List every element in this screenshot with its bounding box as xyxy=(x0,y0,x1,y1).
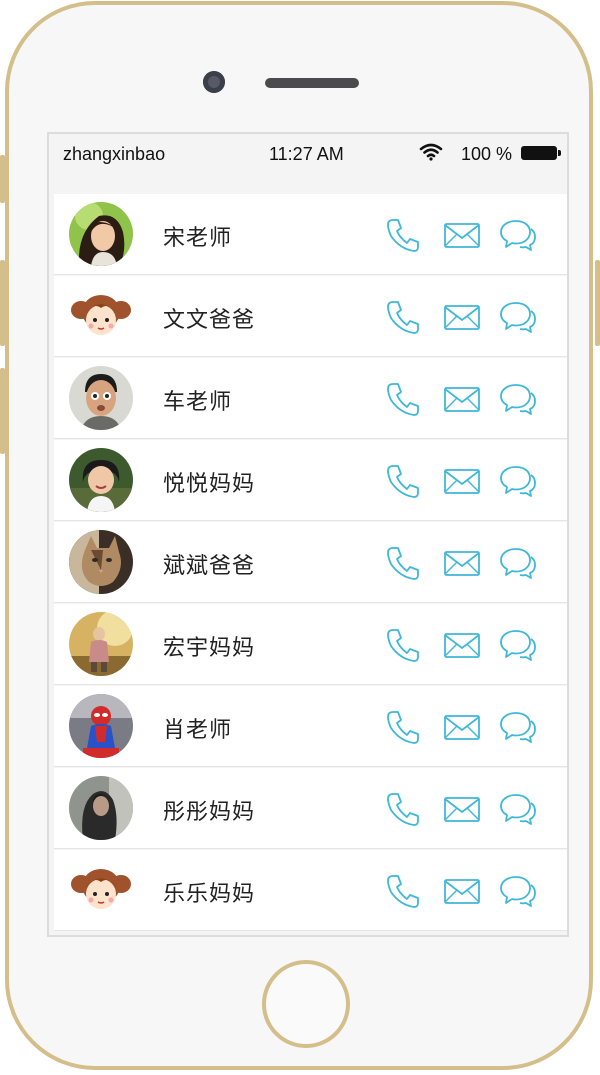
call-button[interactable] xyxy=(385,708,423,746)
mail-button[interactable] xyxy=(443,708,481,746)
contact-row[interactable]: 斌斌爸爸 xyxy=(54,522,567,603)
man-photo-avatar xyxy=(69,366,133,430)
contact-name: 宏宇妈妈 xyxy=(163,636,256,661)
chat-button[interactable] xyxy=(499,872,537,910)
contact-name: 宋老师 xyxy=(163,226,233,251)
contact-name: 斌斌爸爸 xyxy=(163,554,256,579)
outdoor-photo-avatar xyxy=(69,612,133,676)
chat-bubble-icon xyxy=(500,794,536,825)
mail-button[interactable] xyxy=(443,626,481,664)
mail-icon xyxy=(444,715,480,740)
mail-button[interactable] xyxy=(443,462,481,500)
call-button[interactable] xyxy=(385,626,423,664)
phone-icon xyxy=(387,301,419,334)
mail-icon xyxy=(444,223,480,248)
chat-bubble-icon xyxy=(500,630,536,661)
mail-icon xyxy=(444,797,480,822)
mail-button[interactable] xyxy=(443,544,481,582)
mail-button[interactable] xyxy=(443,216,481,254)
call-button[interactable] xyxy=(385,216,423,254)
cat-photo-avatar xyxy=(69,530,133,594)
woman-photo-avatar xyxy=(69,202,133,266)
phone-icon xyxy=(387,793,419,826)
phone-icon xyxy=(387,629,419,662)
chat-button[interactable] xyxy=(499,626,537,664)
chat-bubble-icon xyxy=(500,384,536,415)
status-bar: zhangxinbao 11:27 AM 100 % xyxy=(49,134,567,174)
chat-bubble-icon xyxy=(500,302,536,333)
chat-bubble-icon xyxy=(500,876,536,907)
phone-icon xyxy=(387,465,419,498)
front-camera xyxy=(203,71,225,93)
chat-bubble-icon xyxy=(500,220,536,251)
contact-row[interactable]: 宋老师 xyxy=(54,194,567,275)
chat-button[interactable] xyxy=(499,790,537,828)
mail-button[interactable] xyxy=(443,790,481,828)
contact-row[interactable]: 彤彤妈妈 xyxy=(54,768,567,849)
phone-icon xyxy=(387,547,419,580)
phone-icon xyxy=(387,711,419,744)
chat-bubble-icon xyxy=(500,466,536,497)
mute-switch xyxy=(0,155,5,203)
chat-bubble-icon xyxy=(500,548,536,579)
mail-icon xyxy=(444,551,480,576)
phone-screen: zhangxinbao 11:27 AM 100 % 宋老师 文文爸爸 车老师 … xyxy=(47,132,569,937)
power-button xyxy=(595,260,600,346)
contact-name: 乐乐妈妈 xyxy=(163,882,256,907)
wifi-icon xyxy=(419,142,443,162)
chat-button[interactable] xyxy=(499,544,537,582)
chat-button[interactable] xyxy=(499,216,537,254)
contact-list: 宋老师 文文爸爸 车老师 悦悦妈妈 斌斌爸爸 宏宇妈妈 肖老师 彤彤妈妈 乐乐妈… xyxy=(54,194,567,932)
phone-frame: zhangxinbao 11:27 AM 100 % 宋老师 文文爸爸 车老师 … xyxy=(5,1,593,1070)
call-button[interactable] xyxy=(385,544,423,582)
contact-row[interactable]: 文文爸爸 xyxy=(54,276,567,357)
chat-button[interactable] xyxy=(499,380,537,418)
cartoon-girl-avatar xyxy=(69,284,133,348)
contact-name: 文文爸爸 xyxy=(163,308,256,333)
contact-name: 彤彤妈妈 xyxy=(163,800,256,825)
home-button[interactable] xyxy=(262,960,350,1048)
chat-bubble-icon xyxy=(500,712,536,743)
contact-row[interactable]: 宏宇妈妈 xyxy=(54,604,567,685)
mail-icon xyxy=(444,633,480,658)
call-button[interactable] xyxy=(385,790,423,828)
contact-row[interactable]: 悦悦妈妈 xyxy=(54,440,567,521)
contact-name: 肖老师 xyxy=(163,718,233,743)
call-button[interactable] xyxy=(385,462,423,500)
contact-row[interactable]: 车老师 xyxy=(54,358,567,439)
mail-icon xyxy=(444,469,480,494)
volume-down-button xyxy=(0,368,5,454)
mail-button[interactable] xyxy=(443,298,481,336)
contact-row[interactable]: 乐乐妈妈 xyxy=(54,850,567,931)
status-time: 11:27 AM xyxy=(269,144,344,164)
chat-button[interactable] xyxy=(499,708,537,746)
mail-icon xyxy=(444,387,480,412)
contact-name: 悦悦妈妈 xyxy=(163,472,256,497)
mail-button[interactable] xyxy=(443,380,481,418)
call-button[interactable] xyxy=(385,298,423,336)
battery-icon xyxy=(521,146,561,160)
phone-icon xyxy=(387,383,419,416)
call-button[interactable] xyxy=(385,872,423,910)
earpiece-speaker xyxy=(265,78,359,88)
cartoon-girl-avatar xyxy=(69,858,133,922)
volume-up-button xyxy=(0,260,5,346)
chat-button[interactable] xyxy=(499,298,537,336)
mail-icon xyxy=(444,305,480,330)
contact-name: 车老师 xyxy=(163,390,233,415)
phone-icon xyxy=(387,219,419,252)
mail-icon xyxy=(444,879,480,904)
phone-icon xyxy=(387,875,419,908)
contact-row[interactable]: 肖老师 xyxy=(54,686,567,767)
battery-percentage: 100 % xyxy=(461,144,513,164)
mail-button[interactable] xyxy=(443,872,481,910)
child-photo-avatar xyxy=(69,448,133,512)
spiderman-toy-avatar xyxy=(69,694,133,758)
status-carrier: zhangxinbao xyxy=(63,144,166,164)
dark-photo-avatar xyxy=(69,776,133,840)
call-button[interactable] xyxy=(385,380,423,418)
chat-button[interactable] xyxy=(499,462,537,500)
